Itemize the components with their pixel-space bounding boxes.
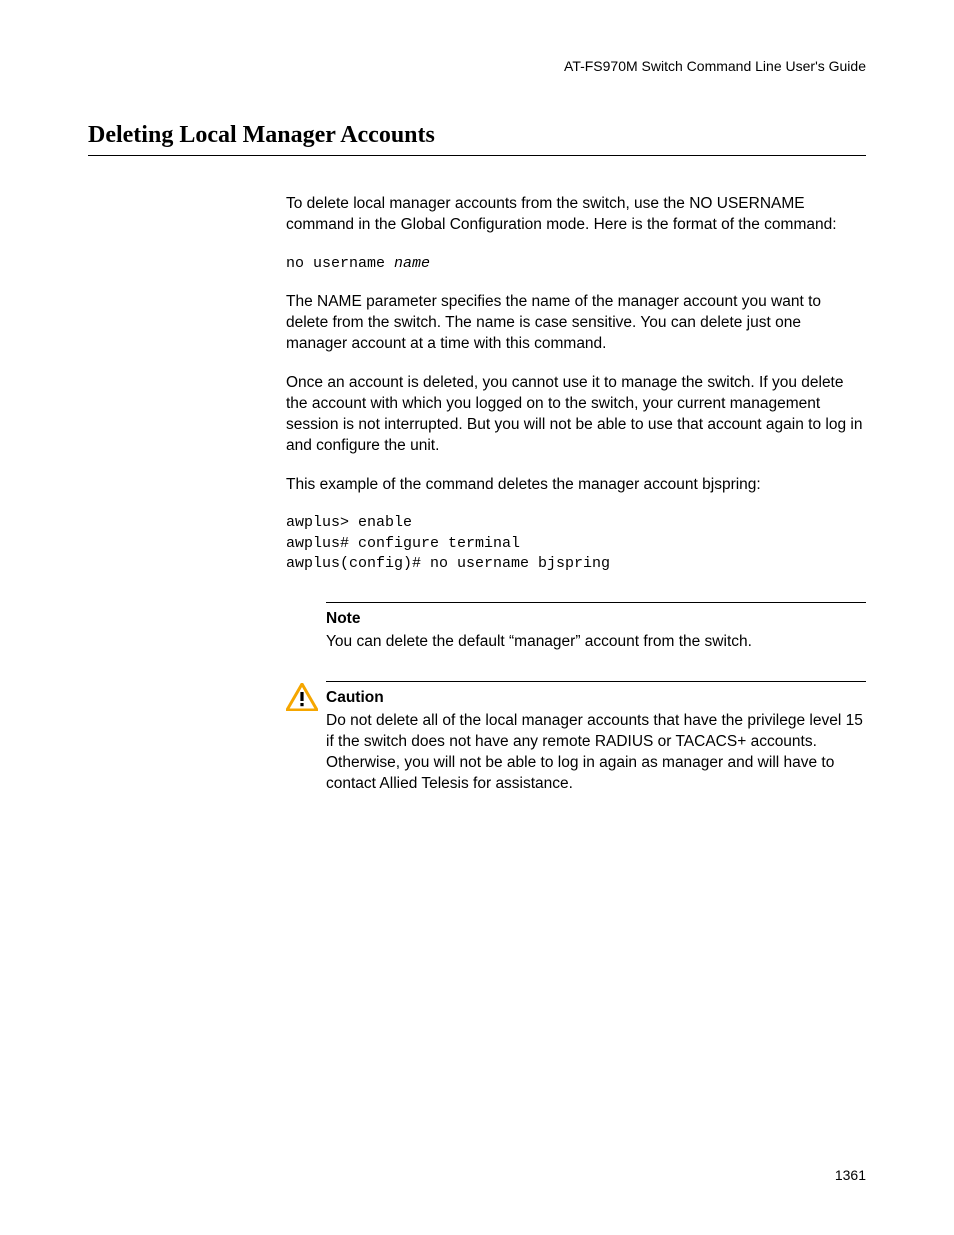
caution-block: Caution Do not delete all of the local m… [326,681,866,795]
document-page: AT-FS970M Switch Command Line User's Gui… [0,0,954,1235]
note-body: You can delete the default “manager” acc… [326,632,866,653]
paragraph-intro: To delete local manager accounts from th… [286,194,866,236]
caution-title: Caution [326,688,866,709]
command-format: no username name [286,254,866,274]
paragraph-deleted-account: Once an account is deleted, you cannot u… [286,373,866,457]
cmd-param: name [394,255,430,272]
command-example: awplus> enable awplus# configure termina… [286,513,866,574]
content-area: To delete local manager accounts from th… [286,194,866,795]
note-block: Note You can delete the default “manager… [326,602,866,653]
page-number: 1361 [835,1167,866,1183]
paragraph-example-intro: This example of the command deletes the … [286,475,866,496]
note-title: Note [326,609,866,630]
section-title: Deleting Local Manager Accounts [88,122,866,156]
caution-rule [326,681,866,682]
paragraph-name-param: The NAME parameter specifies the name of… [286,292,866,355]
caution-body: Do not delete all of the local manager a… [326,711,866,795]
caution-icon [286,683,318,711]
caution-row: Caution Do not delete all of the local m… [286,681,866,795]
cmd-prefix: no username [286,255,394,272]
note-rule [326,602,866,603]
header-guide-title: AT-FS970M Switch Command Line User's Gui… [88,58,866,74]
